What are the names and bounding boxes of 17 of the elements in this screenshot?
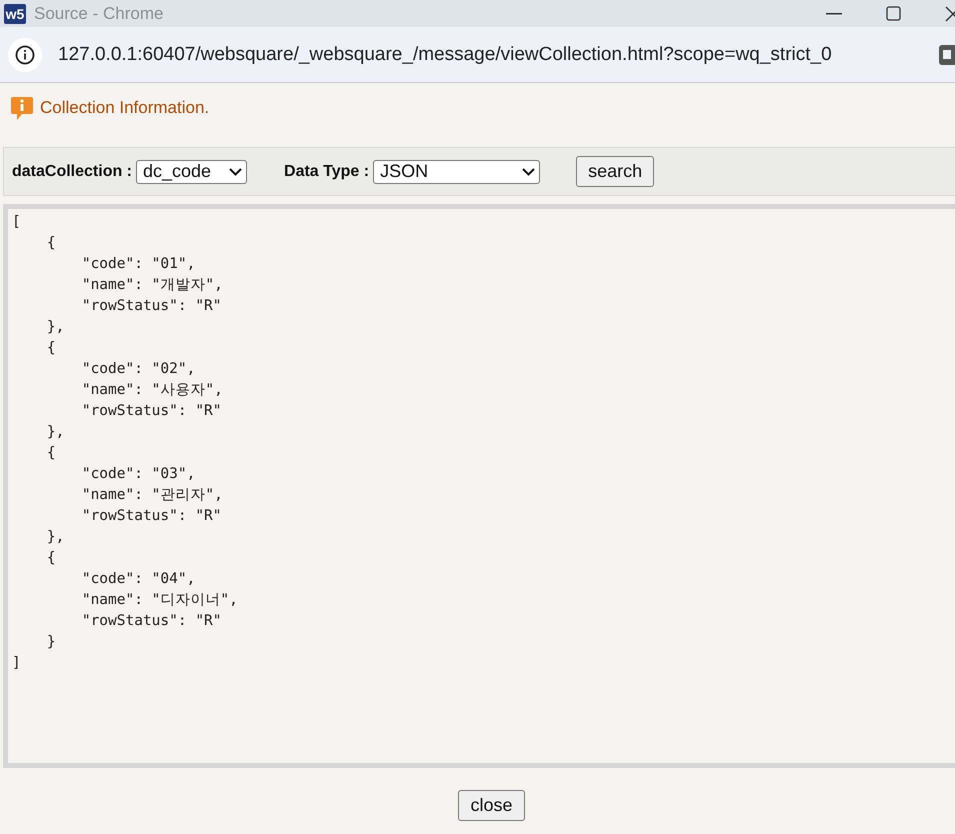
info-icon	[15, 44, 35, 64]
json-output[interactable]: [ { "code": "01", "name": "개발자", "rowStatus": "R" }, { "code": "02", "name": "사용자", "rowStatus": "R" }, { "code": "03", "name": "관리자", "rowStatus": "R" }, { "code": "04", "name": "디자이너", "rowStatus": "R" } ]	[3, 204, 955, 768]
data-collection-select[interactable]: dc_code	[136, 160, 248, 184]
info-icon	[10, 95, 34, 121]
data-collection-label: dataCollection :	[12, 162, 132, 180]
data-type-label: Data Type :	[284, 162, 370, 180]
maximize-icon[interactable]	[886, 6, 901, 21]
data-type-select[interactable]: JSON	[373, 160, 540, 184]
minimize-icon[interactable]	[826, 12, 842, 14]
app-logo: w5	[4, 4, 26, 24]
window-title: Source - Chrome	[34, 4, 164, 24]
close-button[interactable]: close	[458, 790, 525, 821]
search-button[interactable]: search	[576, 156, 654, 187]
caret-icon	[229, 168, 242, 176]
caret-icon	[522, 168, 536, 176]
site-info-button[interactable]	[8, 38, 42, 72]
info-message: Collection Information.	[40, 98, 210, 118]
